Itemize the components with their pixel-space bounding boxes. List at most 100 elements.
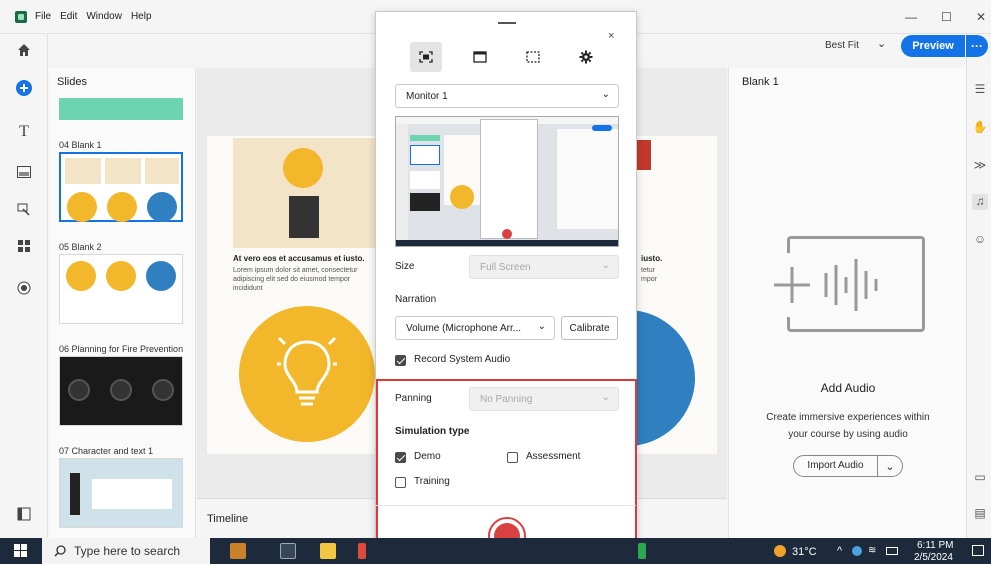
animation-icon[interactable]: ≫ <box>972 158 988 174</box>
simulation-type-label: Simulation type <box>395 426 470 437</box>
menu-edit[interactable]: Edit <box>60 11 77 22</box>
slide-thumbnail-06[interactable] <box>59 356 183 426</box>
slide-heading-right: iusto. <box>641 254 663 263</box>
slide-body-right-2: mpor <box>641 276 657 283</box>
close-window-button[interactable]: ✕ <box>976 10 986 24</box>
assessment-label: Assessment <box>526 451 581 462</box>
training-label: Training <box>414 476 450 487</box>
tray-chevron-icon[interactable]: ^ <box>837 545 842 557</box>
weather-icon[interactable] <box>774 545 786 557</box>
slide-thumbnail-07[interactable] <box>59 458 183 528</box>
left-rail: T <box>0 34 48 538</box>
menu-file[interactable]: File <box>35 11 51 22</box>
settings-gear-icon[interactable] <box>570 42 602 72</box>
panning-select-value: No Panning <box>480 393 533 405</box>
chevron-down-icon[interactable]: ⌄ <box>877 37 886 50</box>
add-audio-title: Add Audio <box>820 381 876 395</box>
app-logo-icon <box>15 10 27 23</box>
browser-icon[interactable] <box>358 543 366 559</box>
briefcase-app-icon[interactable] <box>230 543 246 559</box>
properties-title: Blank 1 <box>742 76 779 88</box>
size-label: Size <box>395 261 415 272</box>
maximize-button[interactable]: ☐ <box>941 10 952 24</box>
taskbar: Type here to search 31°C ^ ≋ 6:11 PM 2/5… <box>0 538 991 564</box>
properties-icon[interactable]: ☰ <box>972 82 988 98</box>
monitor-select[interactable]: Monitor 1 ⌄ <box>395 84 619 108</box>
zoom-select[interactable]: Best Fit <box>825 40 859 51</box>
divider <box>376 505 636 506</box>
clock-date[interactable]: 2/5/2024 <box>914 552 953 563</box>
record-icon[interactable] <box>14 278 34 298</box>
size-select-value: Full Screen <box>480 261 531 273</box>
menu-help[interactable]: Help <box>131 11 152 22</box>
wifi-icon[interactable]: ≋ <box>868 545 876 556</box>
chevron-down-icon: ⌄ <box>601 392 610 403</box>
import-audio-label[interactable]: Import Audio <box>794 456 878 476</box>
search-icon <box>54 545 66 557</box>
slides-panel-title: Slides <box>57 76 87 88</box>
fullscreen-capture-icon[interactable] <box>410 42 442 72</box>
drag-handle[interactable] <box>498 22 516 24</box>
media-icon[interactable] <box>14 162 34 182</box>
audio-placeholder-icon <box>770 236 925 332</box>
file-explorer-icon[interactable] <box>320 543 336 559</box>
demo-checkbox[interactable] <box>395 452 406 463</box>
interaction-icon[interactable]: ✋ <box>972 120 988 136</box>
lightbulb-circle <box>239 306 375 442</box>
task-view-icon[interactable] <box>280 543 296 559</box>
slide-label: 04 Blank 1 <box>59 140 102 150</box>
recording-dialog: × Monitor 1 ⌄ Size Full Screen ⌄ Narrati… <box>375 11 637 562</box>
more-options-button[interactable]: ··· <box>966 35 988 57</box>
training-checkbox[interactable] <box>395 477 406 488</box>
slide-thumbnail-05[interactable] <box>59 254 183 324</box>
import-audio-chevron-icon[interactable]: ⌄ <box>878 460 902 473</box>
add-icon[interactable] <box>14 78 34 98</box>
temperature[interactable]: 31°C <box>792 546 817 558</box>
onedrive-icon[interactable] <box>852 546 862 556</box>
region-capture-icon[interactable] <box>517 42 549 72</box>
accessibility-icon[interactable]: ☺ <box>972 232 988 248</box>
windows-start-icon[interactable] <box>14 544 28 558</box>
text-icon[interactable]: T <box>14 122 34 142</box>
slide-label: 07 Character and text 1 <box>59 446 154 456</box>
chevron-down-icon: ⌄ <box>537 321 546 332</box>
slide-label: 06 Planning for Fire Prevention <box>59 344 184 354</box>
chevron-down-icon: ⌄ <box>601 260 610 271</box>
calibrate-button[interactable]: Calibrate <box>561 316 618 340</box>
audio-icon[interactable]: ♫ <box>972 194 988 210</box>
assets-icon[interactable] <box>14 236 34 256</box>
narration-select[interactable]: Volume (Microphone Arr... ⌄ <box>395 316 555 340</box>
home-icon[interactable] <box>14 40 34 60</box>
slide-thumbnail-03[interactable] <box>59 98 183 120</box>
properties-panel: Blank 1 Add Audio Create immersive exper… <box>728 68 966 538</box>
panel-toggle-icon[interactable] <box>14 504 34 524</box>
chevron-down-icon: ⌄ <box>601 89 610 100</box>
size-select: Full Screen ⌄ <box>469 255 619 279</box>
dialog-close-button[interactable]: × <box>608 30 614 42</box>
slide-thumbnail-04[interactable] <box>59 152 183 222</box>
assessment-checkbox[interactable] <box>507 452 518 463</box>
screen-preview <box>395 116 619 247</box>
panel-layout-icon[interactable]: ▭ <box>972 470 988 486</box>
panning-label: Panning <box>395 393 432 404</box>
slide-body-right-1: tetur <box>641 267 656 274</box>
slide-heading: At vero eos et accusamus et iusto. <box>233 254 365 263</box>
right-rail: ☰ ✋ ≫ ♫ ☺ ▭ ▤ <box>966 60 991 538</box>
minimize-button[interactable]: — <box>905 10 917 24</box>
narration-label: Narration <box>395 294 437 305</box>
import-audio-button[interactable]: Import Audio ⌄ <box>793 455 903 477</box>
record-system-audio-checkbox[interactable] <box>395 355 406 366</box>
narration-select-value: Volume (Microphone Arr... <box>406 322 522 334</box>
notes-icon[interactable]: ▤ <box>972 506 988 522</box>
battery-icon[interactable] <box>886 547 898 555</box>
notifications-icon[interactable] <box>972 545 984 556</box>
taskbar-search-input[interactable]: Type here to search <box>42 538 210 564</box>
interactions-icon[interactable] <box>14 200 34 220</box>
slide-label: 05 Blank 2 <box>59 242 102 252</box>
clock-time[interactable]: 6:11 PM <box>917 540 954 551</box>
timeline-label: Timeline <box>207 513 249 525</box>
menu-window[interactable]: Window <box>86 11 122 22</box>
captivate-app-icon[interactable] <box>638 543 646 559</box>
window-capture-icon[interactable] <box>464 42 496 72</box>
preview-button[interactable]: Preview <box>901 35 965 57</box>
